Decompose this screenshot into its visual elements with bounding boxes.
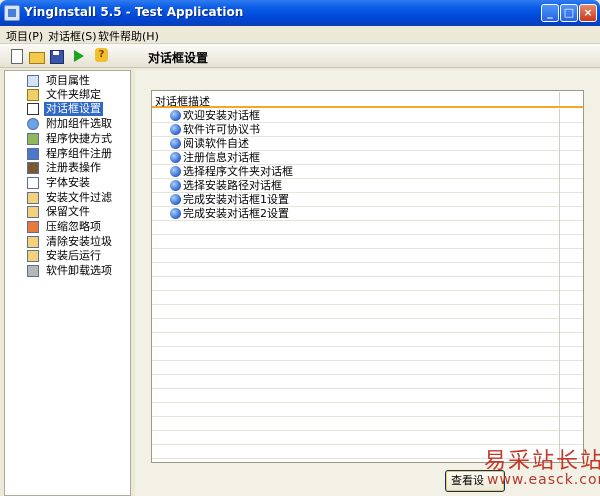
app-icon: [4, 5, 20, 21]
cleanup-icon: [27, 236, 39, 248]
help-icon[interactable]: [93, 48, 109, 64]
dialog-icon: [27, 103, 39, 115]
addon-icon: [27, 118, 39, 130]
menu-bar: 项目(P) 对话框(S) 软件帮助(H): [0, 26, 600, 44]
minimize-button[interactable]: _: [541, 4, 559, 22]
shortcut-icon: [27, 133, 39, 145]
menu-dialog[interactable]: 对话框(S): [48, 28, 97, 44]
menu-help[interactable]: 软件帮助(H): [98, 28, 159, 44]
list-header[interactable]: 对话框描述: [152, 91, 583, 108]
dialog-item-icon: [170, 208, 181, 219]
compress-icon: [27, 221, 39, 233]
dialog-item-icon: [170, 110, 181, 121]
run-icon[interactable]: [70, 48, 86, 64]
menu-project[interactable]: 项目(P): [6, 28, 43, 44]
settings-tree: 项目属性 文件夹绑定 对话框设置 附加组件选取 程序快捷方式 程序组件注册 注册…: [4, 70, 131, 496]
save-icon[interactable]: [48, 48, 64, 64]
dialog-item-icon: [170, 194, 181, 205]
list-rows: 欢迎安装对话框 软件许可协议书 阅读软件自述 注册信息对话框 选择程序文件夹对话…: [152, 109, 583, 462]
properties-icon: [27, 75, 39, 87]
window-title: YingInstall 5.5 - Test Application: [24, 5, 244, 19]
dialog-item-icon: [170, 180, 181, 191]
watermark-url: www.easck.com: [487, 472, 600, 488]
uninstall-icon: [27, 265, 39, 277]
font-icon: [27, 177, 39, 189]
component-icon: [27, 148, 39, 160]
registry-icon: [27, 162, 39, 174]
filter-icon: [27, 192, 39, 204]
keep-files-icon: [27, 206, 39, 218]
column-header-description[interactable]: 对话框描述: [155, 93, 210, 109]
toolbar: 对话框设置: [0, 44, 600, 68]
page-title: 对话框设置: [148, 51, 209, 65]
dialog-item-icon: [170, 124, 181, 135]
folder-icon: [27, 89, 39, 101]
title-bar[interactable]: YingInstall 5.5 - Test Application _ □ ×: [0, 0, 600, 26]
dialog-item-icon: [170, 138, 181, 149]
new-icon[interactable]: [8, 48, 24, 64]
dialog-list[interactable]: 对话框描述 欢迎安装对话框 软件许可协议书 阅读软件自述 注册信息对话框 选择程…: [151, 90, 584, 463]
open-icon[interactable]: [28, 48, 45, 64]
maximize-button[interactable]: □: [560, 4, 578, 22]
column-divider-line: [559, 109, 560, 462]
close-button[interactable]: ×: [579, 4, 597, 22]
run-after-icon: [27, 250, 39, 262]
dialog-item-icon: [170, 166, 181, 177]
column-divider[interactable]: [559, 92, 560, 106]
dialog-item-icon: [170, 152, 181, 163]
watermark-text: 易采站长站: [484, 449, 600, 474]
